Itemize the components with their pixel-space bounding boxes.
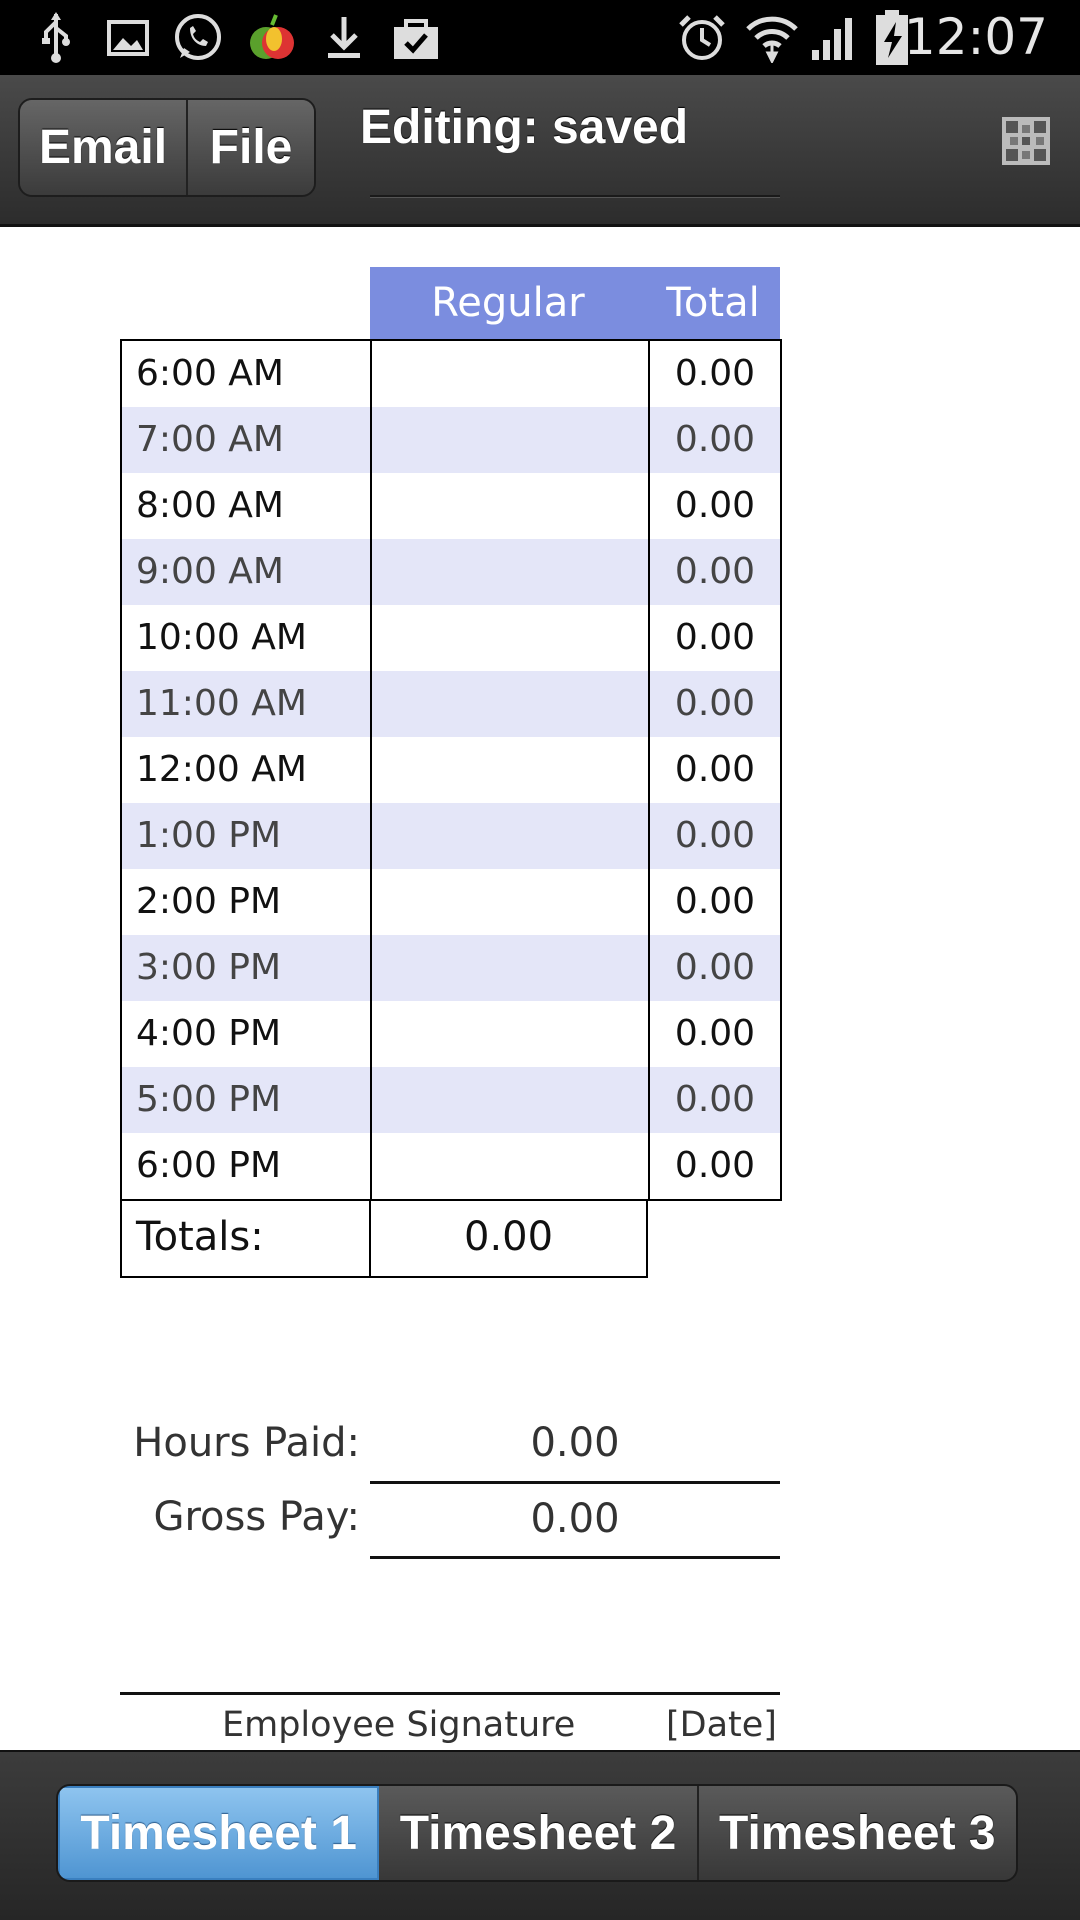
alarm-icon bbox=[676, 0, 728, 75]
page-title: Editing: saved bbox=[360, 101, 689, 154]
time-cell: 4:00 PM bbox=[122, 1001, 372, 1067]
regular-hours-cell[interactable] bbox=[372, 341, 650, 407]
time-cell: 2:00 PM bbox=[122, 869, 372, 935]
table-row: 3:00 PM 0.00 bbox=[122, 935, 780, 1001]
table-header: Regular Total bbox=[370, 267, 780, 339]
time-cell: 6:00 AM bbox=[122, 341, 372, 407]
file-button[interactable]: File bbox=[188, 100, 314, 195]
fruit-app-icon bbox=[246, 0, 298, 75]
regular-hours-cell[interactable] bbox=[372, 473, 650, 539]
app-header: Email File Editing: saved bbox=[0, 75, 1080, 227]
regular-hours-cell[interactable] bbox=[372, 869, 650, 935]
time-cell: 1:00 PM bbox=[122, 803, 372, 869]
regular-hours-cell[interactable] bbox=[372, 671, 650, 737]
total-cell: 0.00 bbox=[674, 815, 756, 856]
table-row: 4:00 PM 0.00 bbox=[122, 1001, 780, 1067]
whatsapp-icon bbox=[170, 0, 226, 75]
hours-paid-value[interactable]: 0.00 bbox=[370, 1420, 780, 1466]
regular-hours-cell[interactable] bbox=[372, 1067, 650, 1133]
column-header-total: Total bbox=[666, 280, 760, 326]
total-cell: 0.00 bbox=[674, 683, 756, 724]
usb-icon bbox=[34, 0, 78, 75]
time-cell: 12:00 AM bbox=[122, 737, 372, 803]
table-row: 6:00 PM 0.00 bbox=[122, 1133, 780, 1199]
qr-grid-icon[interactable] bbox=[1002, 117, 1050, 165]
hours-paid-underline bbox=[370, 1481, 780, 1484]
regular-hours-cell[interactable] bbox=[372, 1001, 650, 1067]
gross-pay-underline bbox=[370, 1556, 780, 1559]
total-cell: 0.00 bbox=[674, 419, 756, 460]
status-bar: 12:07 bbox=[0, 0, 1080, 75]
bottom-tab-bar: Timesheet 1 Timesheet 2 Timesheet 3 bbox=[0, 1750, 1080, 1920]
total-cell: 0.00 bbox=[674, 947, 756, 988]
clock: 12:07 bbox=[903, 8, 1048, 66]
regular-hours-cell[interactable] bbox=[372, 407, 650, 473]
image-icon bbox=[104, 0, 152, 75]
regular-hours-cell[interactable] bbox=[372, 935, 650, 1001]
date-label: [Date] bbox=[666, 1705, 777, 1745]
total-cell: 0.00 bbox=[674, 1013, 756, 1054]
regular-hours-cell[interactable] bbox=[372, 605, 650, 671]
bag-check-icon bbox=[390, 0, 442, 75]
table-row: 7:00 AM 0.00 bbox=[122, 407, 780, 473]
totals-regular-value: 0.00 bbox=[464, 1214, 554, 1260]
hours-paid-label: Hours Paid: bbox=[133, 1420, 360, 1466]
table-row: 2:00 PM 0.00 bbox=[122, 869, 780, 935]
regular-hours-cell[interactable] bbox=[372, 803, 650, 869]
gross-pay-value[interactable]: 0.00 bbox=[370, 1496, 780, 1542]
table-row: 9:00 AM 0.00 bbox=[122, 539, 780, 605]
total-cell: 0.00 bbox=[674, 1079, 756, 1120]
employee-signature-label: Employee Signature bbox=[222, 1705, 576, 1745]
header-button-group: Email File bbox=[18, 98, 316, 197]
regular-hours-cell[interactable] bbox=[372, 737, 650, 803]
totals-row: Totals: 0.00 bbox=[120, 1200, 648, 1278]
total-cell: 0.00 bbox=[674, 749, 756, 790]
regular-hours-cell[interactable] bbox=[372, 539, 650, 605]
regular-hours-cell[interactable] bbox=[372, 1133, 650, 1199]
tab-timesheet-1[interactable]: Timesheet 1 bbox=[58, 1786, 380, 1880]
table-row: 6:00 AM 0.00 bbox=[122, 341, 780, 407]
time-cell: 8:00 AM bbox=[122, 473, 372, 539]
column-header-regular: Regular bbox=[431, 280, 585, 326]
table-row: 1:00 PM 0.00 bbox=[122, 803, 780, 869]
gross-pay-label: Gross Pay: bbox=[153, 1494, 360, 1540]
tab-timesheet-3[interactable]: Timesheet 3 bbox=[698, 1786, 1016, 1880]
total-cell: 0.00 bbox=[674, 353, 756, 394]
table-row: 5:00 PM 0.00 bbox=[122, 1067, 780, 1133]
title-underline bbox=[370, 195, 780, 197]
total-cell: 0.00 bbox=[674, 1145, 756, 1186]
time-cell: 9:00 AM bbox=[122, 539, 372, 605]
timesheet-tabs: Timesheet 1 Timesheet 2 Timesheet 3 bbox=[56, 1784, 1018, 1882]
signal-icon bbox=[808, 0, 860, 75]
time-cell: 10:00 AM bbox=[122, 605, 372, 671]
time-cell: 3:00 PM bbox=[122, 935, 372, 1001]
totals-label: Totals: bbox=[122, 1200, 372, 1276]
time-cell: 11:00 AM bbox=[122, 671, 372, 737]
table-row: 11:00 AM 0.00 bbox=[122, 671, 780, 737]
table-row: 10:00 AM 0.00 bbox=[122, 605, 780, 671]
signature-line bbox=[120, 1692, 780, 1695]
download-icon bbox=[322, 0, 366, 75]
total-cell: 0.00 bbox=[674, 485, 756, 526]
timesheet-table: 6:00 AM 0.00 7:00 AM 0.00 8:00 AM 0.00 9:00 AM… bbox=[120, 339, 782, 1201]
time-cell: 5:00 PM bbox=[122, 1067, 372, 1133]
wifi-icon bbox=[744, 0, 800, 75]
email-button[interactable]: Email bbox=[20, 100, 188, 195]
table-row: 12:00 AM 0.00 bbox=[122, 737, 780, 803]
total-cell: 0.00 bbox=[674, 551, 756, 592]
total-cell: 0.00 bbox=[674, 881, 756, 922]
tab-timesheet-2[interactable]: Timesheet 2 bbox=[379, 1786, 699, 1880]
total-cell: 0.00 bbox=[674, 617, 756, 658]
table-row: 8:00 AM 0.00 bbox=[122, 473, 780, 539]
time-cell: 7:00 AM bbox=[122, 407, 372, 473]
time-cell: 6:00 PM bbox=[122, 1133, 372, 1199]
